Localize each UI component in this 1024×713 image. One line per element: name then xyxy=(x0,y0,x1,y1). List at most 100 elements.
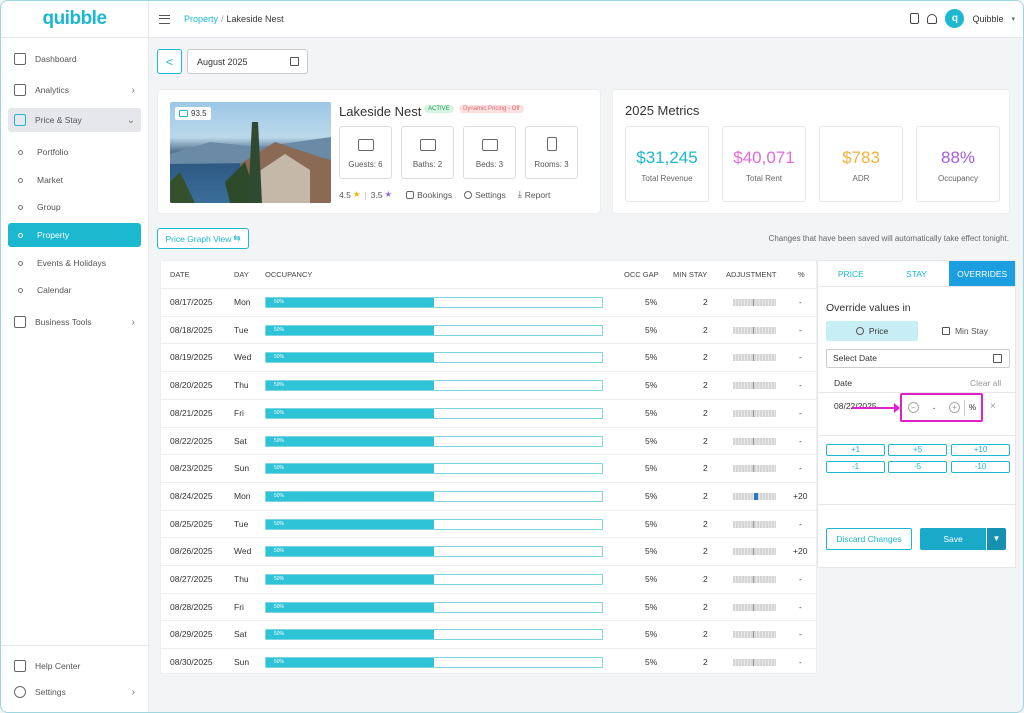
table-row[interactable]: 08/29/2025 Sat 50% 5% 2 - xyxy=(161,620,816,648)
adjustment-slider[interactable] xyxy=(733,437,776,445)
occupancy-bar-label: 50% xyxy=(274,354,285,361)
table-row[interactable]: 08/26/2025 Wed 50% 5% 2 +20 xyxy=(161,537,816,565)
table-row[interactable]: 08/17/2025 Mon 50% 5% 2 - xyxy=(161,288,816,316)
decrement-button[interactable]: − xyxy=(908,402,919,413)
grid-icon xyxy=(14,53,26,65)
cell-day: Thu xyxy=(234,574,249,584)
sidebar-item-price-stay[interactable]: Price & Stay ⌄ xyxy=(8,108,141,132)
adjustment-slider[interactable] xyxy=(733,520,776,528)
sidebar-item-group[interactable]: Group xyxy=(8,195,141,219)
tab-overrides[interactable]: OVERRIDES xyxy=(949,261,1016,286)
adjustment-marker xyxy=(753,326,754,334)
save-button[interactable]: Save xyxy=(920,528,986,550)
quick-add-minus-10[interactable]: -10 xyxy=(951,461,1010,473)
sidebar-item-label: Property xyxy=(37,230,70,240)
adjustment-slider[interactable] xyxy=(733,326,776,334)
quick-add-plus-10[interactable]: +10 xyxy=(951,444,1010,456)
dollar-icon xyxy=(855,327,864,335)
calendar-table: DATE DAY OCCUPANCY OCC GAP MIN STAY ADJU… xyxy=(160,260,817,674)
bell-icon[interactable] xyxy=(927,13,938,24)
chevron-down-icon[interactable]: ▾ xyxy=(1011,15,1015,23)
adjustment-marker xyxy=(753,382,754,390)
table-row[interactable]: 08/22/2025 Sat 50% 5% 2 - xyxy=(161,426,816,455)
clipboard-icon[interactable] xyxy=(910,13,920,24)
quick-add-plus-5[interactable]: +5 xyxy=(888,444,947,456)
cell-percent: - xyxy=(799,435,802,446)
sidebar-item-dashboard[interactable]: Dashboard xyxy=(8,47,141,71)
adjustment-slider[interactable] xyxy=(733,603,776,611)
sidebar-item-help-center[interactable]: Help Center xyxy=(8,654,141,678)
table-row[interactable]: 08/25/2025 Tue 50% 5% 2 - xyxy=(161,509,816,538)
adjustment-slider[interactable] xyxy=(733,465,776,473)
adjustment-slider[interactable] xyxy=(733,354,776,362)
adjustment-slider[interactable] xyxy=(733,299,776,306)
toggle-min-stay[interactable]: Min Stay xyxy=(922,321,1008,341)
bullet-icon xyxy=(18,204,23,210)
cell-occ-gap: 5% xyxy=(645,518,658,529)
adjustment-slider[interactable] xyxy=(733,548,776,556)
bookings-link[interactable]: Bookings xyxy=(406,190,452,200)
stepper-value[interactable]: - xyxy=(919,403,949,413)
sidebar-item-events-holidays[interactable]: Events & Holidays xyxy=(8,251,141,275)
previous-month-button[interactable]: < xyxy=(157,49,182,74)
table-row[interactable]: 08/28/2025 Fri 50% 5% 2 - xyxy=(161,592,816,621)
adjustment-slider[interactable] xyxy=(733,382,776,390)
occupancy-bar-fill xyxy=(266,436,434,446)
select-date-input[interactable]: Select Date xyxy=(826,349,1010,368)
clear-all-button[interactable]: Clear all xyxy=(970,378,1001,388)
breadcrumb-property-link[interactable]: Property xyxy=(184,14,218,24)
settings-link[interactable]: Settings xyxy=(464,190,506,200)
metric-label: Occupancy xyxy=(937,174,979,183)
price-graph-view-button[interactable]: Price Graph View ⇆ xyxy=(157,228,249,249)
discard-changes-button[interactable]: Discard Changes xyxy=(826,528,912,550)
adjustment-slider[interactable] xyxy=(733,576,776,583)
adjustment-slider[interactable] xyxy=(733,409,776,417)
tab-stay[interactable]: STAY xyxy=(884,261,950,286)
table-row[interactable]: 08/23/2025 Sun 50% 5% 2 - xyxy=(161,454,816,482)
tab-price[interactable]: PRICE xyxy=(818,261,884,286)
occupancy-bar-label: 50% xyxy=(274,603,285,610)
adjustment-slider[interactable] xyxy=(733,659,776,667)
report-link[interactable]: ⤓ Report xyxy=(518,189,551,200)
increment-button[interactable]: + xyxy=(949,402,960,413)
table-row[interactable]: 08/21/2025 Fri 50% 5% 2 - xyxy=(161,398,816,427)
sidebar-item-market[interactable]: Market xyxy=(8,168,141,192)
cell-percent: - xyxy=(799,352,802,363)
quick-add-minus-1[interactable]: -1 xyxy=(826,461,885,473)
toggle-price[interactable]: Price xyxy=(826,321,918,341)
quick-add-plus-1[interactable]: +1 xyxy=(826,444,885,456)
adjustment-slider[interactable] xyxy=(733,631,776,639)
sidebar-item-settings[interactable]: Settings › xyxy=(8,680,141,704)
menu-collapse-icon[interactable] xyxy=(159,14,170,24)
table-row[interactable]: 08/30/2025 Sun 50% 5% 2 - xyxy=(161,648,816,676)
calendar-icon xyxy=(290,57,299,66)
adjustment-slider[interactable] xyxy=(733,492,776,500)
override-stepper[interactable]: − - + % xyxy=(900,393,983,422)
remove-override-button[interactable]: × xyxy=(990,401,996,412)
table-row[interactable]: 08/18/2025 Tue 50% 5% 2 - xyxy=(161,315,816,344)
sidebar-item-property[interactable]: Property xyxy=(8,223,141,247)
avatar[interactable]: q xyxy=(945,9,965,28)
sidebar-item-portfolio[interactable]: Portfolio xyxy=(8,140,141,164)
month-picker[interactable]: August 2025 xyxy=(187,49,308,74)
cell-date: 08/20/2025 xyxy=(170,380,213,391)
adjustment-marker xyxy=(753,409,754,417)
sidebar-item-business-tools[interactable]: Business Tools › xyxy=(8,310,141,334)
user-name[interactable]: Quibble xyxy=(972,14,1003,24)
cell-occ-gap: 5% xyxy=(645,407,658,418)
toggle-stay-label: Min Stay xyxy=(954,326,989,336)
save-dropdown-button[interactable]: ▼ xyxy=(987,528,1006,550)
table-row[interactable]: 08/27/2025 Thu 50% 5% 2 - xyxy=(161,565,816,593)
table-row[interactable]: 08/19/2025 Wed 50% 5% 2 - xyxy=(161,343,816,371)
col-header-date: DATE xyxy=(170,270,190,279)
sidebar-item-analytics[interactable]: Analytics › xyxy=(8,78,141,102)
sidebar-item-calendar[interactable]: Calendar xyxy=(8,278,141,302)
quick-add-minus-5[interactable]: -5 xyxy=(888,461,947,473)
table-row[interactable]: 08/20/2025 Thu 50% 5% 2 - xyxy=(161,371,816,399)
logo[interactable]: quibble xyxy=(1,1,148,38)
occupancy-bar-label: 50% xyxy=(274,492,285,499)
table-row[interactable]: 08/24/2025 Mon 50% 5% 2 +20 xyxy=(161,481,816,510)
photo-score-value: 93.5 xyxy=(191,109,207,118)
cell-percent: - xyxy=(799,297,802,307)
cell-day: Fri xyxy=(234,407,244,418)
